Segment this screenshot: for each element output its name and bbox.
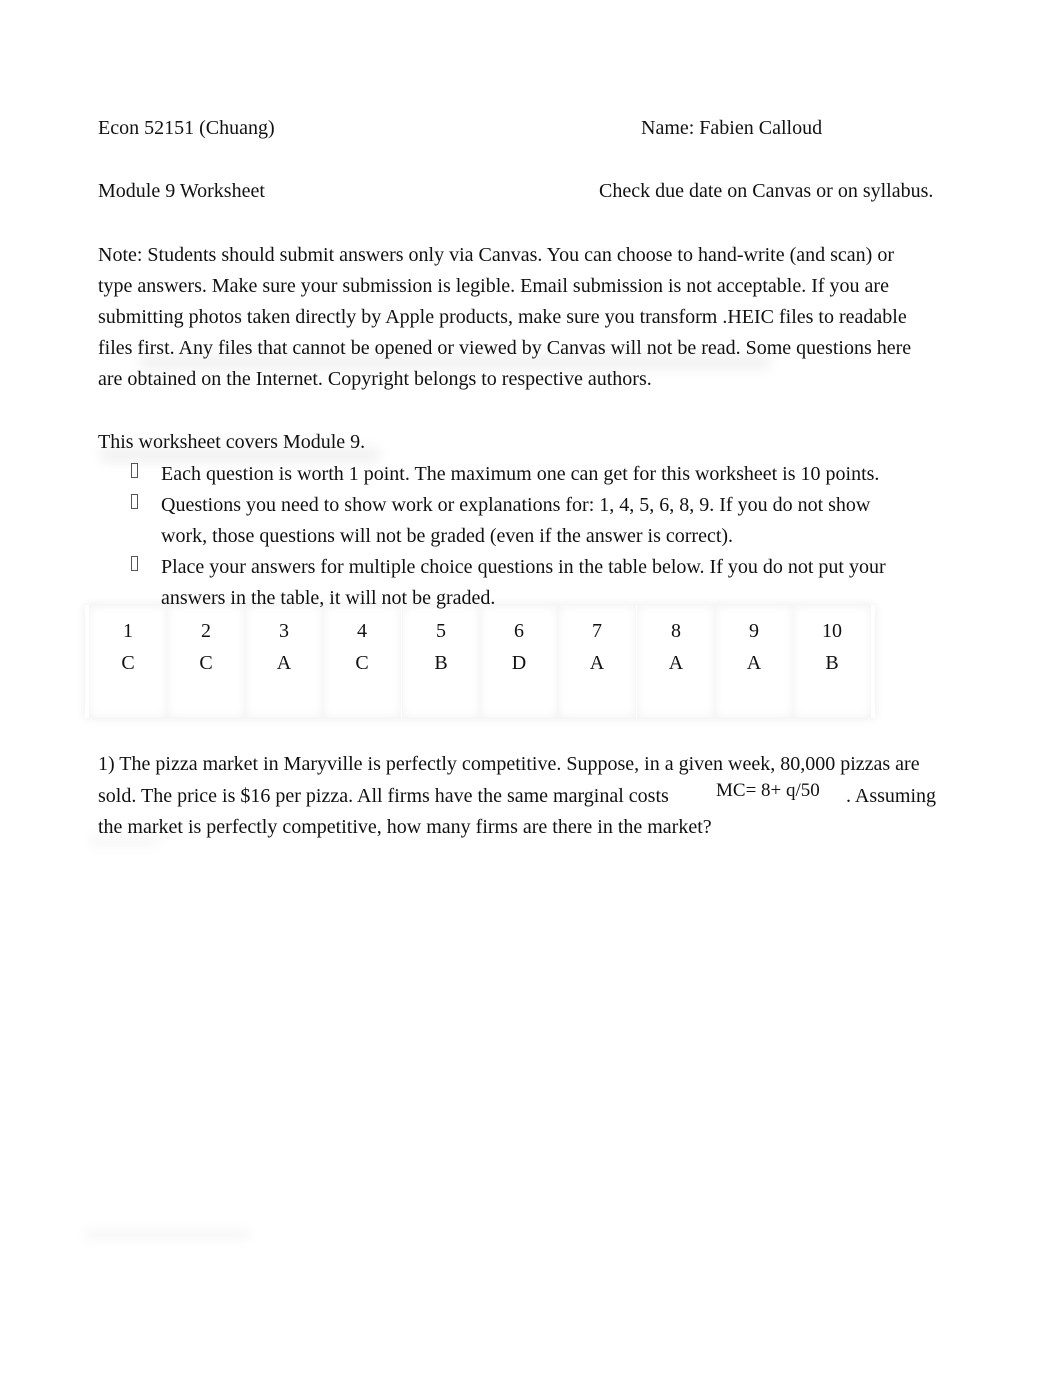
scan-artifact: [85, 1232, 250, 1238]
answer-letter: C: [199, 652, 213, 674]
bullet-icon: [131, 556, 138, 571]
question-number: 9: [749, 620, 759, 642]
question-1-line: 1) The pizza market in Maryville is perf…: [98, 753, 920, 775]
answer-letter: D: [511, 652, 527, 674]
answer-letter: A: [589, 652, 605, 674]
bullet-text: Place your answers for multiple choice q…: [161, 556, 886, 578]
answer-cell: 2 C: [167, 605, 245, 718]
bullet-text: Each question is worth 1 point. The maxi…: [161, 463, 880, 485]
answer-cell: 1 C: [89, 605, 167, 718]
answer-cell: 7 A: [558, 605, 636, 718]
question-1-line: . Assuming: [846, 785, 937, 807]
question-number: 2: [201, 620, 211, 642]
bullet-icon: [131, 463, 138, 478]
answer-letter: A: [276, 652, 292, 674]
question-1-line: the market is perfectly competitive, how…: [98, 816, 712, 838]
bullet-icon: [131, 494, 138, 509]
question-1-line: sold. The price is $16 per pizza. All fi…: [98, 785, 669, 807]
question-number: 10: [822, 620, 842, 642]
student-name: Name: Fabien Calloud: [641, 117, 823, 139]
submission-note: Note: Students should submit answers onl…: [98, 240, 960, 395]
note-line: are obtained on the Internet. Copyright …: [98, 368, 652, 390]
answer-table: 1 C 2 C 3 A 4 C 5 B 6 D 7 A 8 A 9 A 10 B: [85, 605, 875, 718]
note-line: files first. Any files that cannot be op…: [98, 337, 912, 359]
worksheet-title: Module 9 Worksheet: [98, 180, 265, 202]
answer-letter: C: [355, 652, 369, 674]
answer-letter: C: [121, 652, 135, 674]
due-date-note: Check due date on Canvas or on syllabus.: [599, 180, 934, 202]
question-number: 8: [671, 620, 681, 642]
question-number: 6: [514, 620, 524, 642]
question-number: 4: [357, 620, 367, 642]
answer-cell: 10 B: [793, 605, 871, 718]
answer-letter: A: [668, 652, 684, 674]
course-title: Econ 52151 (Chuang): [98, 117, 275, 139]
answer-cell: 8 A: [637, 605, 715, 718]
answer-letter: B: [825, 652, 839, 674]
note-line: type answers. Make sure your submission …: [98, 275, 889, 297]
note-line: Note: Students should submit answers onl…: [98, 244, 894, 266]
bullet-text: work, those questions will not be graded…: [161, 525, 734, 547]
answer-cell: 6 D: [480, 605, 558, 718]
question-number: 5: [436, 620, 446, 642]
answer-cell: 9 A: [715, 605, 793, 718]
question-number: 1: [123, 620, 133, 642]
question-number: 3: [279, 620, 289, 642]
answer-cell: 3 A: [245, 605, 323, 718]
answer-letter: B: [434, 652, 448, 674]
note-line: submitting photos taken directly by Appl…: [98, 306, 907, 328]
coverage-intro: This worksheet covers Module 9.: [98, 431, 366, 453]
answer-cell: 5 B: [402, 605, 480, 718]
marginal-cost-formula: MC= 8+ q/50: [716, 780, 820, 801]
answer-cell: 4 C: [323, 605, 401, 718]
scan-artifact: [90, 838, 160, 844]
bullet-text: Questions you need to show work or expla…: [161, 494, 871, 516]
question-number: 7: [592, 620, 602, 642]
answer-letter: A: [746, 652, 762, 674]
